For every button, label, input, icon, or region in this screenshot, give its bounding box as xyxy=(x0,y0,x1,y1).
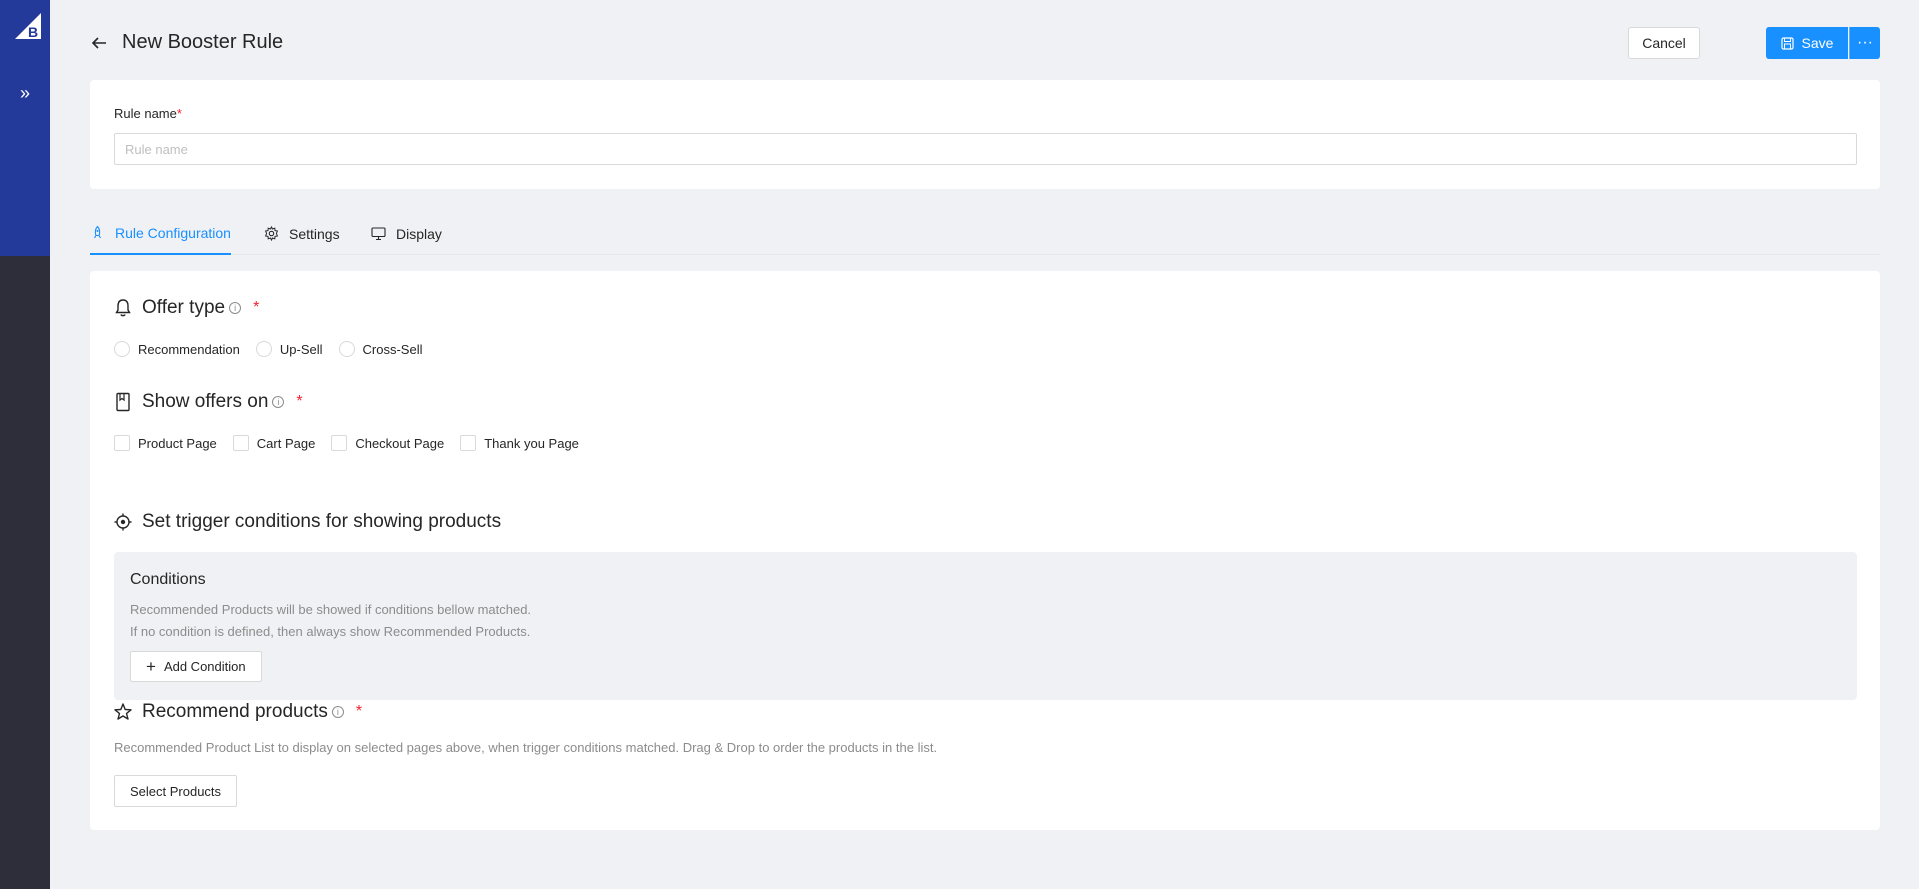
required-mark: * xyxy=(355,703,363,720)
conditions-panel: Conditions Recommended Products will be … xyxy=(114,552,1857,700)
target-icon xyxy=(114,513,132,531)
checkbox-box[interactable] xyxy=(460,435,477,451)
cancel-button[interactable]: Cancel xyxy=(1628,27,1700,59)
show-offers-heading: Show offers on i * xyxy=(114,391,303,413)
checkbox-label: Checkout Page xyxy=(355,435,445,451)
section-title-text: Offer type xyxy=(142,297,226,318)
bigcommerce-logo-icon[interactable]: B xyxy=(14,12,42,40)
radio-label: Up-Sell xyxy=(279,341,323,357)
add-condition-label: Add Condition xyxy=(163,659,246,674)
sidebar: B » xyxy=(0,0,50,889)
tab-rule-configuration[interactable]: Rule Configuration xyxy=(90,212,231,255)
checkbox-product-page[interactable]: Product Page xyxy=(114,435,217,451)
recommend-products-description: Recommended Product List to display on s… xyxy=(114,740,938,755)
add-condition-button[interactable]: + Add Condition xyxy=(130,651,262,682)
conditions-description-1: Recommended Products will be showed if c… xyxy=(130,602,532,617)
tab-label: Rule Configuration xyxy=(115,224,231,241)
required-mark: * xyxy=(176,106,182,121)
radio-recommendation[interactable]: Recommendation xyxy=(114,341,240,357)
rocket-icon xyxy=(94,225,101,239)
checkbox-box[interactable] xyxy=(232,435,249,451)
checkbox-box[interactable] xyxy=(114,435,130,451)
page-title: New Booster Rule xyxy=(122,31,284,53)
radio-up-sell[interactable]: Up-Sell xyxy=(255,341,323,357)
checkbox-box[interactable] xyxy=(331,435,348,451)
star-icon xyxy=(114,703,132,720)
plus-icon: + xyxy=(146,657,156,676)
radio-label: Recommendation xyxy=(138,341,240,357)
save-icon xyxy=(1780,36,1794,50)
tab-bar: Rule Configuration Settings Display xyxy=(90,212,1880,255)
section-title-text: Recommend products xyxy=(142,701,328,722)
tab-display[interactable]: Display xyxy=(371,212,442,255)
save-label: Save xyxy=(1801,35,1834,51)
back-arrow-icon[interactable] xyxy=(90,34,108,52)
rule-configuration-card: Offer type i * Recommendation Up-Sell Cr… xyxy=(90,271,1880,830)
rule-name-input[interactable] xyxy=(114,133,1857,165)
more-actions-button[interactable]: ··· xyxy=(1849,27,1880,59)
section-title-text: Set trigger conditions for showing produ… xyxy=(142,511,502,532)
recommend-products-heading: Recommend products i * xyxy=(114,701,362,723)
tab-label: Settings xyxy=(289,225,340,242)
rule-name-label: Rule name* xyxy=(114,106,182,121)
info-icon[interactable]: i xyxy=(331,706,344,718)
radio-cross-sell[interactable]: Cross-Sell xyxy=(338,341,423,357)
checkbox-label: Product Page xyxy=(138,435,217,451)
info-icon[interactable]: i xyxy=(229,302,242,314)
required-mark: * xyxy=(253,299,260,316)
trigger-conditions-heading: Set trigger conditions for showing produ… xyxy=(114,511,501,533)
offer-type-heading: Offer type i * xyxy=(114,297,259,319)
svg-text:B: B xyxy=(28,24,38,40)
checkbox-label: Thank you Page xyxy=(484,435,579,451)
show-offers-checkbox-group: Product Page Cart Page Checkout Page Tha… xyxy=(114,435,595,451)
section-title-text: Show offers on xyxy=(142,391,269,412)
save-button[interactable]: Save xyxy=(1766,27,1848,59)
radio-label: Cross-Sell xyxy=(362,341,423,357)
radio-circle[interactable] xyxy=(338,341,355,357)
monitor-icon xyxy=(371,227,386,241)
checkbox-thank-you-page[interactable]: Thank you Page xyxy=(460,435,579,451)
radio-circle[interactable] xyxy=(114,341,130,357)
conditions-description-2: If no condition is defined, then always … xyxy=(130,624,531,639)
rule-name-card: Rule name* xyxy=(90,80,1880,189)
info-icon[interactable]: i xyxy=(272,396,285,408)
double-chevron-right-icon[interactable]: » xyxy=(14,84,36,102)
checkbox-checkout-page[interactable]: Checkout Page xyxy=(331,435,444,451)
select-products-button[interactable]: Select Products xyxy=(114,775,238,807)
page-header: New Booster Rule Cancel Save ··· xyxy=(90,26,1880,62)
bookmark-icon xyxy=(116,392,130,412)
required-mark: * xyxy=(296,393,303,410)
radio-circle[interactable] xyxy=(255,341,272,357)
sidebar-brand-area: B » xyxy=(0,0,50,256)
checkbox-cart-page[interactable]: Cart Page xyxy=(232,435,316,451)
checkbox-label: Cart Page xyxy=(256,435,316,451)
offer-type-radio-group: Recommendation Up-Sell Cross-Sell xyxy=(114,341,438,357)
tab-settings[interactable]: Settings xyxy=(264,212,340,255)
tab-label: Display xyxy=(396,225,442,242)
gear-icon xyxy=(264,226,279,241)
bell-icon xyxy=(115,299,131,317)
conditions-title: Conditions xyxy=(130,571,206,588)
